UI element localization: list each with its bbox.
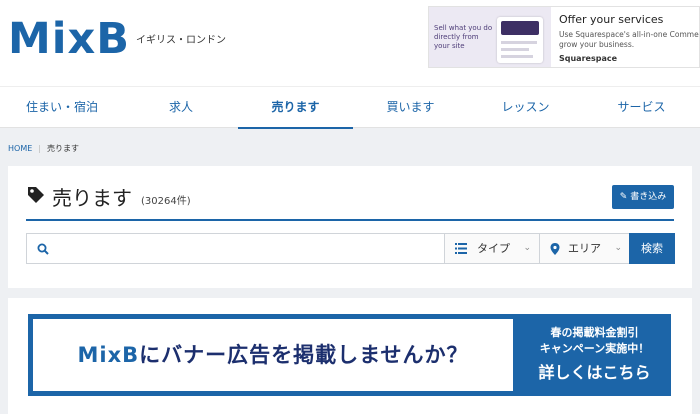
type-dropdown-label: タイプ: [477, 242, 510, 255]
tag-icon: [28, 187, 44, 203]
site-logo[interactable]: MixB: [8, 14, 130, 64]
area-dropdown[interactable]: エリア ⌄: [539, 234, 630, 263]
type-dropdown[interactable]: タイプ ⌄: [444, 234, 539, 263]
banner-headline: MixBにバナー広告を掲載しませんか？: [33, 319, 513, 391]
banner-text-panel: MixBにバナー広告を掲載しませんか？: [33, 319, 513, 391]
post-button[interactable]: ✎ 書き込み: [612, 185, 674, 209]
banner-details-link[interactable]: 詳しくはこちら: [518, 359, 671, 383]
listing-header-card: 売ります (30264件) ✎ 書き込み タイプ ⌄ エリア ⌄ 検索: [8, 166, 692, 288]
banner-container: MixBにバナー広告を掲載しませんか？ 春の掲載料金割引 キャンペーン実施中！ …: [8, 298, 692, 414]
title-divider: [26, 219, 674, 221]
search-icon: [37, 243, 49, 255]
nav-item-housing[interactable]: 住まい・宿泊: [0, 87, 124, 129]
breadcrumb-home[interactable]: HOME: [8, 144, 32, 153]
ad-subtitle: Use Squarespace's all-in-one Commerce gr…: [559, 30, 700, 50]
search-bar: タイプ ⌄ エリア ⌄ 検索: [26, 233, 675, 264]
breadcrumb: HOME | 売ります: [8, 143, 79, 154]
ad-subtitle-line1: Use Squarespace's all-in-one Commerce: [559, 30, 700, 39]
ad-brand: Squarespace: [559, 54, 618, 63]
map-pin-icon: [550, 243, 560, 255]
search-button[interactable]: 検索: [629, 233, 675, 264]
banner-text: にバナー広告を掲載しませんか？: [139, 343, 469, 367]
area-dropdown-label: エリア: [568, 242, 601, 255]
main-nav: 住まい・宿泊 求人 売ります 買います レッスン サービス: [0, 86, 700, 129]
nav-item-jobs[interactable]: 求人: [124, 87, 238, 129]
listing-count: (30264件): [141, 196, 191, 207]
banner-campaign-panel: 春の掲載料金割引 キャンペーン実施中！ 詳しくはこちら: [518, 314, 671, 396]
nav-item-services[interactable]: サービス: [583, 87, 700, 129]
post-button-label: 書き込み: [630, 192, 667, 202]
edit-icon: ✎: [619, 192, 628, 202]
chevron-down-icon: ⌄: [523, 243, 531, 253]
nav-item-for-sale[interactable]: 売ります: [238, 87, 353, 129]
page-title: 売ります: [52, 186, 132, 210]
breadcrumb-separator: |: [38, 144, 41, 153]
locale-label: イギリス・ロンドン: [136, 35, 226, 46]
nav-item-wanted[interactable]: 買います: [353, 87, 468, 129]
ad-mockup-card: [497, 17, 543, 63]
banner-brand: MixB: [77, 343, 140, 367]
breadcrumb-current: 売ります: [46, 144, 79, 153]
site-header: MixB イギリス・ロンドン Sell what you do directly…: [0, 0, 700, 86]
nav-item-lessons[interactable]: レッスン: [468, 87, 583, 129]
banner-campaign-line1: 春の掲載料金割引: [550, 326, 639, 339]
ad-image-text: Sell what you do directly from your site: [434, 24, 493, 50]
ad-banner-squarespace[interactable]: Sell what you do directly from your site…: [428, 6, 700, 68]
ad-subtitle-line2: grow your business.: [559, 40, 635, 49]
ad-image: Sell what you do directly from your site: [429, 7, 551, 67]
chevron-down-icon: ⌄: [614, 243, 622, 253]
advertise-banner[interactable]: MixBにバナー広告を掲載しませんか？ 春の掲載料金割引 キャンペーン実施中！ …: [28, 314, 671, 396]
banner-campaign-line2: キャンペーン実施中！: [539, 342, 650, 355]
list-icon: [455, 243, 467, 254]
search-input[interactable]: [57, 238, 437, 260]
ad-title: Offer your services: [559, 13, 664, 26]
